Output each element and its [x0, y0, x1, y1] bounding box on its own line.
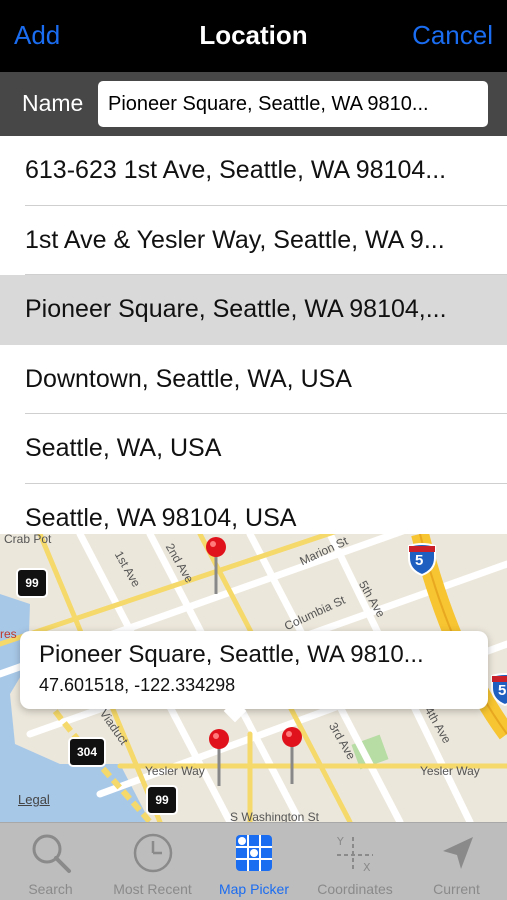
list-item-label: Pioneer Square, Seattle, WA 98104,...: [25, 295, 447, 323]
list-item-label: 613-623 1st Ave, Seattle, WA 98104...: [25, 156, 447, 184]
map-pin-icon[interactable]: [281, 726, 303, 786]
tab-most-recent[interactable]: Most Recent: [101, 823, 204, 900]
callout-title: Pioneer Square, Seattle, WA 9810...: [39, 641, 424, 668]
tab-label: Current: [433, 881, 480, 897]
list-item[interactable]: Seattle, WA, USA: [0, 414, 507, 484]
tab-current[interactable]: Current: [406, 823, 507, 900]
callout-coordinates: 47.601518, -122.334298: [39, 675, 236, 695]
map-label-yesler-way-right: Yesler Way: [420, 764, 480, 778]
tab-map-picker[interactable]: Map Picker: [204, 823, 304, 900]
map-picker-icon: [236, 835, 272, 871]
map-pin-icon[interactable]: [205, 536, 227, 596]
sr-99-shield-bottom: 99: [146, 785, 178, 815]
sr-304-shield: 304: [68, 737, 106, 767]
list-item-selected[interactable]: Pioneer Square, Seattle, WA 98104,...: [0, 275, 507, 345]
list-item-label: Downtown, Seattle, WA, USA: [25, 364, 352, 393]
cancel-button[interactable]: Cancel: [412, 20, 493, 51]
legal-link[interactable]: Legal: [18, 792, 50, 807]
tab-label: Map Picker: [218, 881, 290, 897]
list-item[interactable]: Downtown, Seattle, WA, USA: [0, 344, 507, 414]
i5-shield-edge-label: 5: [498, 682, 507, 699]
list-item-label: Seattle, WA, USA: [25, 434, 222, 462]
list-item-label: 1st Ave & Yesler Way, Seattle, WA 9...: [25, 225, 445, 254]
map-label-crab-pot: Crab Pot: [4, 534, 52, 546]
list-item[interactable]: 1st Ave & Yesler Way, Seattle, WA 9...: [0, 205, 507, 275]
location-arrow-icon: [442, 837, 473, 869]
svg-text:Y: Y: [336, 835, 344, 848]
map-view[interactable]: Crab Pot 1st Ave 2nd Ave Marion St 5th A…: [0, 534, 507, 822]
navigation-bar: Add Location Cancel: [0, 0, 507, 72]
map-label-washington-st: S Washington St: [230, 810, 319, 822]
list-item[interactable]: 613-623 1st Ave, Seattle, WA 98104...: [0, 136, 507, 206]
sr-99-shield-top: 99: [16, 568, 48, 598]
tab-coordinates[interactable]: Y X Coordinates: [304, 823, 406, 900]
tab-label: Most Recent: [113, 881, 192, 897]
coordinates-icon: Y X: [336, 835, 373, 874]
list-item-label: Seattle, WA 98104, USA: [25, 503, 297, 532]
list-item[interactable]: Seattle, WA 98104, USA: [0, 483, 507, 534]
name-row: Name: [0, 72, 507, 136]
map-label-yesler-way-left: Yesler Way: [145, 764, 205, 778]
i5-shield-label: 5: [415, 552, 424, 569]
tab-search[interactable]: Search: [0, 823, 101, 900]
name-label: Name: [22, 90, 84, 116]
name-input[interactable]: [98, 81, 488, 127]
clock-icon: [133, 833, 172, 873]
tab-bar: Search Most Recent Map Picker Y X Coordi…: [0, 822, 507, 900]
tab-label: Search: [28, 881, 73, 897]
pin-callout[interactable]: Pioneer Square, Seattle, WA 9810... 47.6…: [20, 631, 488, 723]
map-label-restaurant: res: [0, 627, 17, 641]
map-pin-selected-icon[interactable]: [208, 728, 230, 788]
svg-text:X: X: [363, 861, 371, 874]
results-list: 613-623 1st Ave, Seattle, WA 98104... 1s…: [0, 136, 507, 534]
tab-label: Coordinates: [317, 881, 393, 897]
search-icon: [32, 834, 71, 873]
